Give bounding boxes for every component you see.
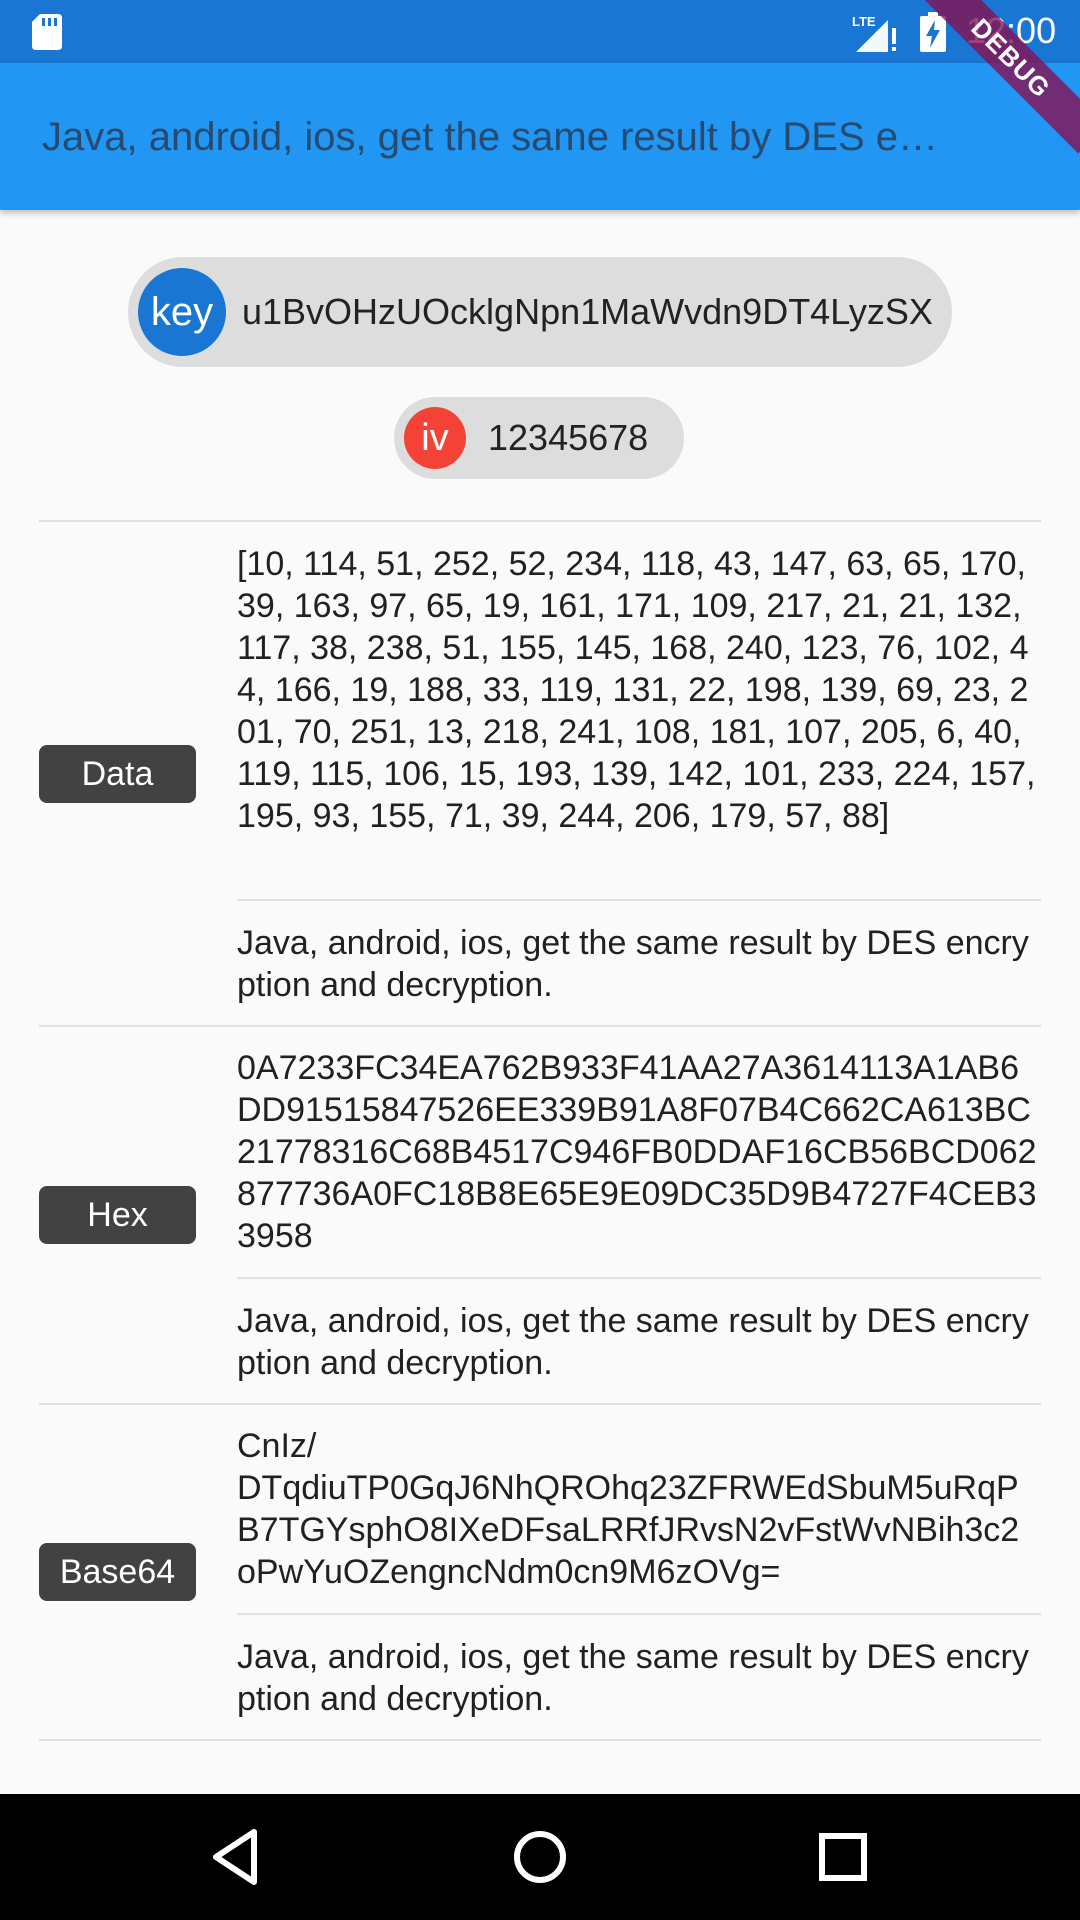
base64-badge: Base64 [39, 1543, 196, 1601]
debug-banner-label: DEBUG [920, 0, 1080, 154]
key-chip[interactable]: key u1BvOHzUOcklgNpn1MaWvdn9DT4LyzSX [128, 257, 952, 367]
key-avatar: key [138, 268, 226, 356]
divider [39, 1739, 1041, 1741]
divider [39, 1403, 1041, 1405]
divider [237, 1613, 1041, 1615]
base64-encrypted-value: CnIz/ DTqdiuTP0GqJ6NhQROhq23ZFRWEdSbuM5u… [237, 1427, 1020, 1591]
back-icon[interactable] [202, 1822, 272, 1892]
app-bar: Java, android, ios, get the same result … [0, 63, 1080, 210]
divider [237, 899, 1041, 901]
sd-card-icon [32, 14, 62, 50]
recents-icon[interactable] [808, 1822, 878, 1892]
network-label: LTE [852, 14, 876, 29]
data-badge: Data [39, 745, 196, 803]
data-decrypted-value: Java, android, ios, get the same result … [237, 924, 1029, 1004]
iv-avatar: iv [404, 407, 466, 469]
divider [39, 1025, 1041, 1027]
data-encrypted-value: [10, 114, 51, 252, 52, 234, 118, 43, 147… [237, 545, 1045, 835]
navigation-bar [0, 1794, 1080, 1920]
hex-decrypted-value: Java, android, ios, get the same result … [237, 1302, 1029, 1382]
divider [39, 520, 1041, 522]
key-value: u1BvOHzUOcklgNpn1MaWvdn9DT4LyzSX [242, 291, 933, 332]
status-bar: LTE 12:00 [0, 0, 1080, 63]
home-icon[interactable] [505, 1822, 575, 1892]
page-title: Java, android, ios, get the same result … [42, 115, 942, 159]
iv-value: 12345678 [488, 417, 649, 458]
iv-chip[interactable]: iv 12345678 [394, 397, 684, 479]
base64-decrypted-value: Java, android, ios, get the same result … [237, 1638, 1029, 1718]
hex-badge: Hex [39, 1186, 196, 1244]
divider [237, 1277, 1041, 1279]
signal-icon: LTE [852, 14, 896, 52]
hex-encrypted-value: 0A7233FC34EA762B933F41AA27A3614113A1AB6D… [237, 1049, 1037, 1255]
debug-banner: DEBUG [920, 0, 1080, 160]
